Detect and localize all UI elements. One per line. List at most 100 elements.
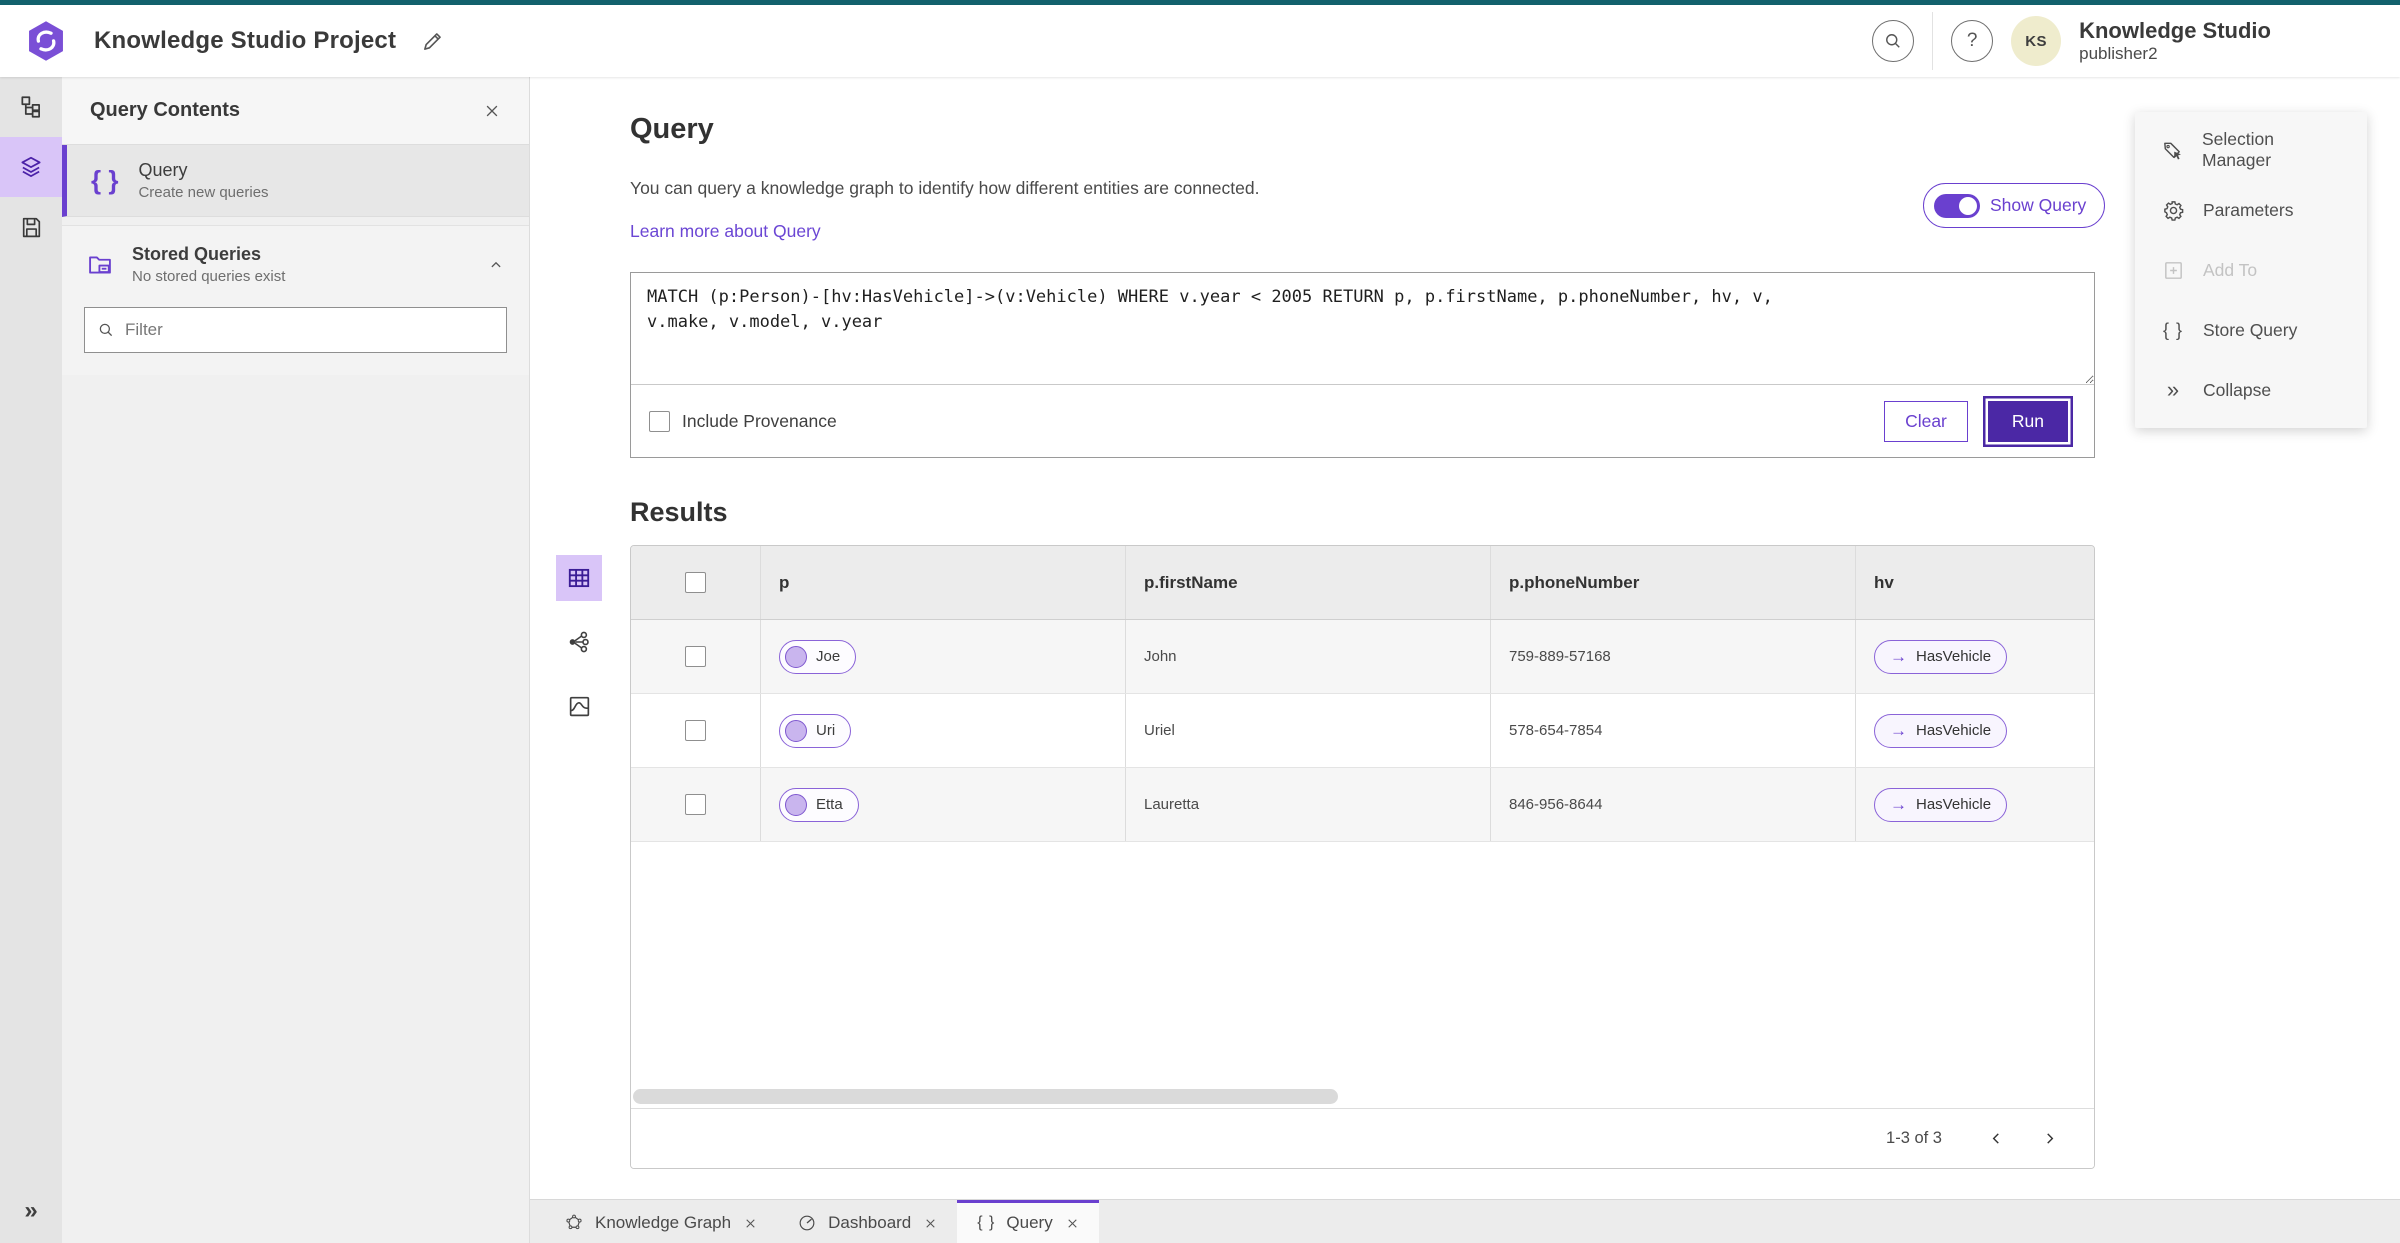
panel-title: Query Contents <box>90 99 241 121</box>
search-button[interactable] <box>1872 20 1915 62</box>
store-query-button[interactable]: { } Store Query <box>2135 300 2367 360</box>
relationship-pill-label: HasVehicle <box>1916 648 1992 665</box>
phonenumber-cell: 846-956-8644 <box>1491 768 1856 841</box>
query-list-item[interactable]: { } Query Create new queries <box>62 145 529 217</box>
chevron-left-icon <box>1988 1130 2005 1147</box>
relationship-cell: → HasVehicle <box>1856 768 2094 841</box>
next-page-button[interactable] <box>2041 1130 2058 1147</box>
clear-button[interactable]: Clear <box>1884 400 1968 442</box>
table-row[interactable]: Joe John 759-889-57168 → HasVehicle <box>631 620 2094 694</box>
results-table: p p.firstName p.phoneNumber hv Joe John … <box>630 545 2095 1169</box>
tab-query[interactable]: { } Query <box>957 1200 1099 1243</box>
help-button[interactable]: ? <box>1951 20 1994 62</box>
collapse-label: Collapse <box>2203 379 2272 400</box>
relationship-pill[interactable]: → HasVehicle <box>1874 787 2008 822</box>
tab-dashboard[interactable]: Dashboard <box>777 1200 957 1243</box>
query-item-label: Query <box>138 160 188 180</box>
table-view-button[interactable] <box>556 555 602 601</box>
phonenumber-cell: 759-889-57168 <box>1491 620 1856 693</box>
add-to-button[interactable]: Add To <box>2135 240 2367 300</box>
app-bar-right: ? KS Knowledge Studio publisher2 <box>1872 12 2376 70</box>
row-checkbox-cell <box>631 620 761 693</box>
results-title: Results <box>630 497 728 527</box>
show-query-toggle[interactable]: Show Query <box>1923 183 2106 228</box>
close-icon <box>483 102 501 120</box>
row-checkbox-cell <box>631 694 761 767</box>
query-editor-panel: MATCH (p:Person)-[hv:HasVehicle]->(v:Veh… <box>630 272 2095 458</box>
selection-manager-icon <box>2161 139 2184 162</box>
column-header-hv[interactable]: hv <box>1856 546 2094 619</box>
column-header-phonenumber[interactable]: p.phoneNumber <box>1491 546 1856 619</box>
pagination-range: 1-3 of 3 <box>1886 1129 1942 1147</box>
firstname-cell: Lauretta <box>1126 768 1491 841</box>
map-icon <box>567 694 592 719</box>
column-header-p[interactable]: p <box>761 546 1126 619</box>
map-view-button[interactable] <box>556 683 602 729</box>
stored-queries-description: No stored queries exist <box>132 268 286 285</box>
filter-input[interactable] <box>125 320 494 340</box>
stored-queries-label: Stored Queries <box>132 244 262 264</box>
appbar-divider <box>1932 12 1934 70</box>
entity-pill[interactable]: Etta <box>779 787 859 822</box>
relationship-pill[interactable]: → HasVehicle <box>1874 639 2008 674</box>
tab-knowledge-graph[interactable]: Knowledge Graph <box>544 1200 777 1243</box>
header-checkbox-cell <box>631 546 761 619</box>
row-checkbox[interactable] <box>685 794 706 815</box>
entity-pill[interactable]: Uri <box>779 713 852 748</box>
braces-icon: { } <box>977 1214 996 1231</box>
double-chevron-right-icon: » <box>24 1197 38 1224</box>
rail-save-button[interactable] <box>0 197 62 257</box>
entity-cell: Joe <box>761 620 1126 693</box>
tab-close-button[interactable] <box>924 1217 937 1230</box>
tab-close-button[interactable] <box>744 1217 757 1230</box>
chevron-up-icon[interactable] <box>487 256 505 274</box>
selection-manager-label: Selection Manager <box>2202 129 2274 170</box>
knowledge-graph-icon <box>564 1213 584 1233</box>
rail-data-model-button[interactable] <box>0 77 62 137</box>
question-mark-icon: ? <box>1966 30 1978 51</box>
run-button[interactable]: Run <box>1987 400 2068 442</box>
table-icon <box>566 565 592 591</box>
learn-more-link[interactable]: Learn more about Query <box>630 221 821 242</box>
rail-layers-button[interactable] <box>0 137 62 197</box>
stored-queries-header[interactable]: Stored Queries No stored queries exist <box>62 226 529 291</box>
add-to-icon <box>2161 259 2185 282</box>
selection-manager-button[interactable]: Selection Manager <box>2135 120 2367 180</box>
include-provenance-checkbox[interactable] <box>649 410 670 432</box>
link-chart-view-button[interactable] <box>556 619 602 665</box>
row-checkbox[interactable] <box>685 720 706 741</box>
layers-icon <box>18 154 44 180</box>
query-actions-bar: Include Provenance Clear Run <box>631 385 2094 457</box>
gear-icon <box>2161 199 2185 222</box>
edit-title-button[interactable] <box>420 28 446 54</box>
select-all-checkbox[interactable] <box>685 572 706 593</box>
table-row[interactable]: Uri Uriel 578-654-7854 → HasVehicle <box>631 694 2094 768</box>
stored-queries-text: Stored Queries No stored queries exist <box>132 244 285 285</box>
stored-queries-folder-icon <box>86 251 114 279</box>
close-panel-button[interactable] <box>483 102 501 120</box>
parameters-button[interactable]: Parameters <box>2135 180 2367 240</box>
chevron-right-icon <box>2041 1130 2058 1147</box>
relationship-pill[interactable]: → HasVehicle <box>1874 713 2008 748</box>
tab-label: Query <box>1006 1213 1053 1232</box>
column-header-firstname[interactable]: p.firstName <box>1126 546 1491 619</box>
table-footer: 1-3 of 3 <box>631 1108 2094 1168</box>
table-body: Joe John 759-889-57168 → HasVehicle Uri U… <box>631 620 2094 842</box>
page-title: Query <box>630 113 714 145</box>
expand-panel-button[interactable]: » <box>0 1189 62 1233</box>
horizontal-scrollbar[interactable] <box>633 1089 1338 1104</box>
query-editor[interactable]: MATCH (p:Person)-[hv:HasVehicle]->(v:Veh… <box>631 273 2094 385</box>
tab-close-button[interactable] <box>1066 1217 1079 1230</box>
query-item-text: Query Create new queries <box>138 160 268 201</box>
relationship-cell: → HasVehicle <box>1856 620 2094 693</box>
parameters-label: Parameters <box>2203 199 2294 220</box>
account-info[interactable]: Knowledge Studio publisher2 <box>2079 19 2271 63</box>
previous-page-button[interactable] <box>1988 1130 2005 1147</box>
avatar[interactable]: KS <box>2011 16 2062 66</box>
entity-node-icon <box>785 793 807 816</box>
collapse-button[interactable]: » Collapse <box>2135 360 2367 420</box>
entity-pill[interactable]: Joe <box>779 639 857 674</box>
row-checkbox[interactable] <box>685 646 706 667</box>
table-row[interactable]: Etta Lauretta 846-956-8644 → HasVehicle <box>631 768 2094 842</box>
knowledge-studio-app: Knowledge Studio Project ? KS Knowledge … <box>0 0 2400 1243</box>
